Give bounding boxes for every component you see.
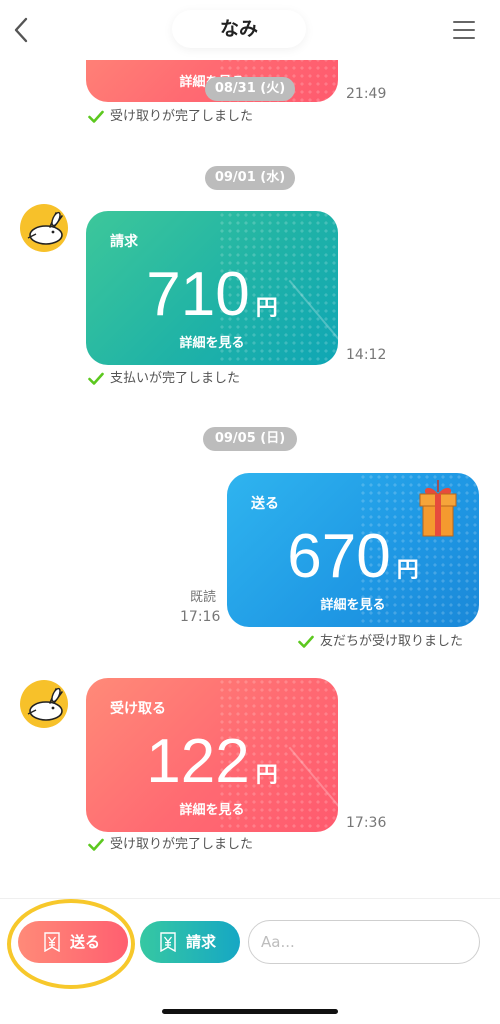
card-amount: 710 円 xyxy=(86,259,338,330)
message-status-text: 受け取りが完了しました xyxy=(110,837,254,852)
bottom-bar: 送る 請求 xyxy=(0,898,500,1024)
card-amount-unit: 円 xyxy=(255,762,278,787)
request-button-label: 請求 xyxy=(186,933,217,951)
card-amount-unit: 円 xyxy=(396,557,419,582)
gift-icon xyxy=(419,480,457,537)
message-time: 17:36 xyxy=(346,815,387,831)
card-amount: 122 円 xyxy=(86,726,338,797)
friend-avatar[interactable] xyxy=(20,204,68,252)
message-status: 受け取りが完了しました xyxy=(88,836,253,854)
read-receipt: 既読 xyxy=(190,590,217,605)
card-amount-value: 670 xyxy=(287,522,391,591)
check-icon xyxy=(88,110,104,123)
rabbit-avatar-icon xyxy=(27,211,63,245)
date-separator: 09/01 (水) xyxy=(205,166,295,190)
message-time: 21:49 xyxy=(346,86,387,102)
home-indicator xyxy=(162,1009,338,1014)
message-input[interactable] xyxy=(248,920,480,964)
card-amount-value: 122 xyxy=(146,727,250,796)
menu-button[interactable] xyxy=(452,18,476,42)
chat-title: なみ xyxy=(172,10,306,48)
request-card[interactable]: 請求 710 円 詳細を見る xyxy=(86,211,338,365)
check-icon xyxy=(88,838,104,851)
date-separator: 09/05 (日) xyxy=(203,427,297,451)
message-status: 受け取りが完了しました xyxy=(88,108,253,126)
send-button[interactable]: 送る xyxy=(18,921,128,963)
receive-card[interactable]: 受け取る 122 円 詳細を見る xyxy=(86,678,338,832)
hamburger-menu-icon xyxy=(453,21,475,39)
message-time: 14:12 xyxy=(346,347,387,363)
card-amount-unit: 円 xyxy=(255,295,278,320)
message-status: 支払いが完了しました xyxy=(88,370,240,388)
card-detail-link[interactable]: 詳細を見る xyxy=(86,799,338,818)
check-icon xyxy=(88,372,104,385)
message-status-text: 支払いが完了しました xyxy=(110,371,241,386)
back-button[interactable] xyxy=(8,14,36,46)
card-detail-link[interactable]: 詳細を見る xyxy=(227,594,479,613)
card-amount-value: 710 xyxy=(146,260,250,329)
chevron-left-icon xyxy=(14,17,28,43)
card-detail-link[interactable]: 詳細を見る xyxy=(86,332,338,351)
yen-icon xyxy=(160,932,176,952)
request-button[interactable]: 請求 xyxy=(140,921,240,963)
chat-area[interactable]: 詳細を見る 08/31 (火) 21:49 受け取りが完了しました 09/01 … xyxy=(0,60,500,898)
card-type-label: 送る xyxy=(251,496,279,512)
top-bar: なみ xyxy=(0,0,500,60)
friend-avatar[interactable] xyxy=(20,680,68,728)
check-icon xyxy=(298,635,314,648)
message-status: 友だちが受け取りました xyxy=(298,633,463,651)
message-time: 17:16 xyxy=(180,609,221,625)
message-status-text: 受け取りが完了しました xyxy=(110,109,254,124)
card-type-label: 請求 xyxy=(110,234,138,250)
send-button-label: 送る xyxy=(70,933,101,951)
message-status-text: 友だちが受け取りました xyxy=(320,634,464,649)
date-separator: 08/31 (火) xyxy=(205,77,295,101)
yen-icon xyxy=(44,932,60,952)
card-type-label: 受け取る xyxy=(110,701,166,717)
rabbit-avatar-icon xyxy=(27,687,63,721)
